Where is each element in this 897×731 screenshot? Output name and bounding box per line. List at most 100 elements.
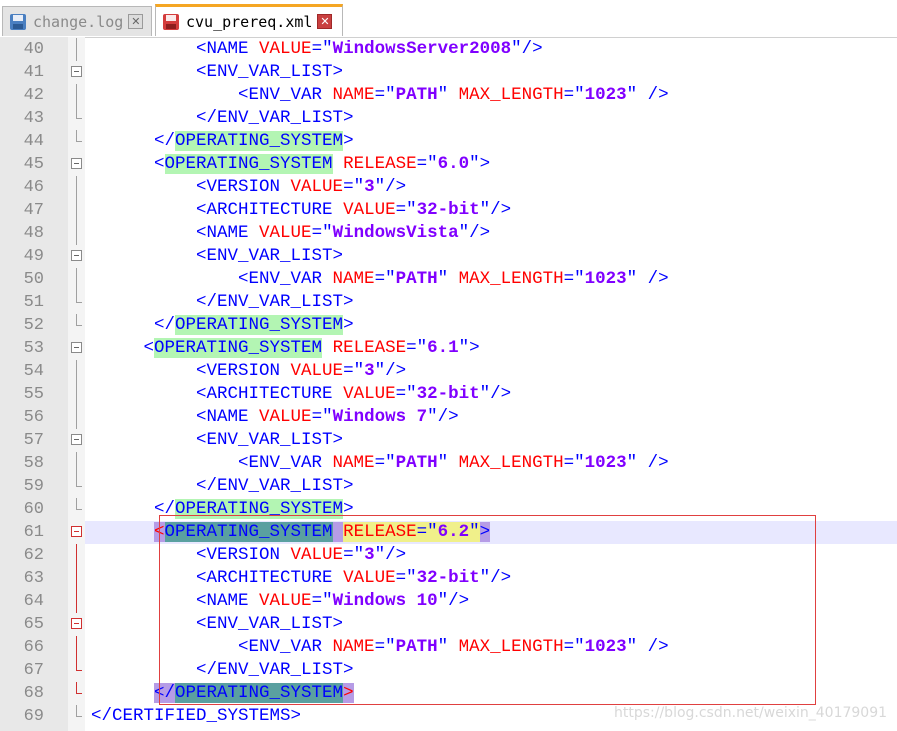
code-line[interactable]: 50 <ENV_VAR NAME="PATH" MAX_LENGTH="1023… [0,268,897,291]
code-line[interactable]: 68 </OPERATING_SYSTEM> [0,682,897,705]
code-line[interactable]: 55 <ARCHITECTURE VALUE="32-bit"/> [0,383,897,406]
save-disk-icon [10,13,26,30]
close-icon[interactable]: ✕ [128,14,144,29]
code-token: < [154,154,165,174]
fold-toggle-icon[interactable] [71,250,82,261]
code-token: </ENV_VAR_LIST> [196,108,354,128]
code-line[interactable]: 65 <ENV_VAR_LIST> [0,613,897,636]
code-line[interactable]: 58 <ENV_VAR NAME="PATH" MAX_LENGTH="1023… [0,452,897,475]
code-token: RELEASE [343,154,417,174]
line-number: 62 [23,546,44,565]
line-number: 63 [23,569,44,588]
line-number: 53 [23,339,44,358]
code-line[interactable]: 43 </ENV_VAR_LIST> [0,107,897,130]
code-line[interactable]: 59 </ENV_VAR_LIST> [0,475,897,498]
code-line[interactable]: 64 <NAME VALUE="Windows 10"/> [0,590,897,613]
code-token: " /> [626,269,669,289]
fold-toggle-icon[interactable] [71,158,82,169]
line-number: 66 [23,638,44,657]
code-token: VALUE [343,200,396,220]
code-line[interactable]: 44 </OPERATING_SYSTEM> [0,130,897,153]
code-text: <ARCHITECTURE VALUE="32-bit"/> [91,567,511,590]
code-token: < [154,522,165,542]
code-token: OPERATING_SYSTEM [164,154,333,174]
line-number: 52 [23,316,44,335]
code-token: <VERSION [196,361,291,381]
code-token: OPERATING_SYSTEM [154,338,323,358]
line-number: 67 [23,661,44,680]
code-token: "/> [427,407,459,427]
code-line[interactable]: 49 <ENV_VAR_LIST> [0,245,897,268]
code-line[interactable]: 51 </ENV_VAR_LIST> [0,291,897,314]
fold-toggle-icon[interactable] [71,526,82,537]
fold-line [76,176,77,199]
watermark: https://blog.csdn.net/weixin_40179091 [614,705,888,721]
line-number: 44 [23,132,44,151]
save-disk-icon [163,13,179,30]
code-line[interactable]: 40 <NAME VALUE="WindowsServer2008"/> [0,38,897,61]
code-line[interactable]: 41 <ENV_VAR_LIST> [0,61,897,84]
code-token: NAME [332,85,375,105]
code-token: MAX_LENGTH [458,453,564,473]
code-line[interactable]: 62 <VERSION VALUE="3"/> [0,544,897,567]
code-line[interactable]: 54 <VERSION VALUE="3"/> [0,360,897,383]
fold-toggle-icon[interactable] [71,434,82,445]
code-line[interactable]: 61 <OPERATING_SYSTEM RELEASE="6.2"> [0,521,897,544]
code-token: VALUE [259,407,312,427]
code-token: VALUE [343,384,396,404]
code-token: =" [395,200,417,220]
code-line[interactable]: 52 </OPERATING_SYSTEM> [0,314,897,337]
line-number: 46 [23,178,44,197]
fold-toggle-icon[interactable] [71,66,82,77]
code-line[interactable]: 56 <NAME VALUE="Windows 7"/> [0,406,897,429]
fold-toggle-icon[interactable] [71,618,82,629]
code-token: 32-bit [416,200,480,220]
code-token: </ENV_VAR_LIST> [196,660,354,680]
code-line[interactable]: 45 <OPERATING_SYSTEM RELEASE="6.0"> [0,153,897,176]
fold-line [76,38,77,61]
code-token: " [437,637,459,657]
fold-line [76,452,77,475]
line-number: 69 [23,707,44,726]
code-line[interactable]: 53 <OPERATING_SYSTEM RELEASE="6.1"> [0,337,897,360]
code-token: RELEASE [343,522,417,542]
code-token: =" [395,568,417,588]
code-token: VALUE [290,177,344,197]
close-icon[interactable]: ✕ [317,14,333,29]
code-line[interactable]: 42 <ENV_VAR NAME="PATH" MAX_LENGTH="1023… [0,84,897,107]
code-token: "/> [479,568,512,588]
code-line[interactable]: 63 <ARCHITECTURE VALUE="32-bit"/> [0,567,897,590]
code-line[interactable]: 66 <ENV_VAR NAME="PATH" MAX_LENGTH="1023… [0,636,897,659]
code-token: "/> [374,545,407,565]
tab-cvu-prereq-xml[interactable]: cvu_prereq.xml ✕ [155,4,343,36]
tab-change-log[interactable]: change.log ✕ [2,6,152,36]
fold-toggle-icon[interactable] [71,342,82,353]
code-line[interactable]: 47 <ARCHITECTURE VALUE="32-bit"/> [0,199,897,222]
code-editor[interactable]: 40 <NAME VALUE="WindowsServer2008"/> 41 <… [0,38,897,731]
code-line[interactable]: 57 <ENV_VAR_LIST> [0,429,897,452]
code-token: <ARCHITECTURE [196,200,344,220]
code-line[interactable]: 48 <NAME VALUE="WindowsVista"/> [0,222,897,245]
code-token: WindowsServer2008 [332,39,512,59]
code-line[interactable]: 60 </OPERATING_SYSTEM> [0,498,897,521]
code-line[interactable]: 46 <VERSION VALUE="3"/> [0,176,897,199]
line-number: 40 [23,40,44,59]
code-token: PATH [395,85,438,105]
code-token: 6.2 [437,522,470,542]
code-line[interactable]: 67 </ENV_VAR_LIST> [0,659,897,682]
code-token: =" [374,269,396,289]
code-text: <NAME VALUE="WindowsServer2008"/> [91,38,543,61]
code-token: > [343,683,354,703]
